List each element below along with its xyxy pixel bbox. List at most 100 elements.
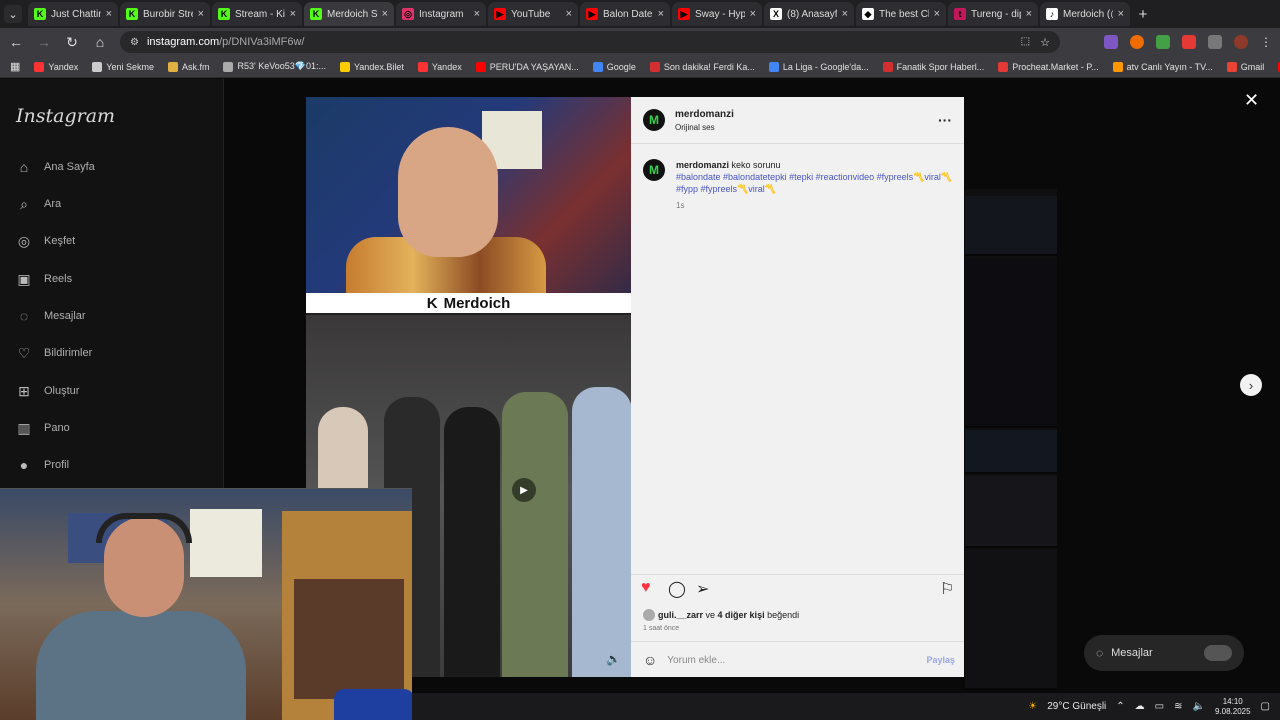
tab-favicon-icon: t	[954, 8, 966, 20]
play-icon[interactable]: ▶	[512, 478, 536, 502]
tab-close-icon[interactable]: ×	[658, 8, 664, 20]
comment-icon[interactable]: ◯	[668, 579, 686, 599]
bookmark-item[interactable]: Google	[592, 61, 636, 72]
caption-hashtags[interactable]: #balondate #balondatetepki #tepki #react…	[676, 172, 952, 194]
bookmark-item[interactable]: Fanatik Spor Haberl...	[882, 61, 984, 72]
messages-button[interactable]: ◌ Mesajlar	[1084, 635, 1244, 671]
sidebar-item[interactable]: ♡ Bildirimler	[16, 345, 93, 361]
bookmark-item[interactable]: atv Canlı Yayın - TV...	[1112, 61, 1213, 72]
shield-icon[interactable]	[1156, 35, 1170, 49]
reload-icon[interactable]: ↻	[64, 34, 80, 51]
tab-close-icon[interactable]: ×	[1026, 8, 1032, 20]
likes-count[interactable]: 4 diğer kişi	[718, 610, 765, 620]
browser-tab[interactable]: K Merdoich Stream ×	[304, 2, 394, 26]
browser-tab[interactable]: ◆ The best Ch ×	[856, 2, 946, 26]
weather-text[interactable]: 29°C Güneşli	[1047, 701, 1106, 712]
notifications-icon[interactable]: ▢	[1261, 701, 1270, 712]
volume-tray-icon[interactable]: 🔈	[1193, 701, 1205, 712]
likes-summary[interactable]: guli.__zarr ve 4 diğer kişi beğendi	[658, 610, 799, 620]
liker-avatar[interactable]	[643, 609, 655, 621]
more-options-icon[interactable]: ···	[938, 112, 952, 128]
onedrive-icon[interactable]: ☁	[1135, 701, 1145, 712]
audio-label[interactable]: Orijinal ses	[675, 123, 715, 132]
puzzle-icon[interactable]	[1208, 35, 1222, 49]
tab-close-icon[interactable]: ×	[198, 8, 204, 20]
save-bookmark-icon[interactable]: ⚐	[940, 579, 954, 599]
sidebar-item[interactable]: ⌕ Ara	[16, 196, 61, 212]
weather-icon[interactable]: ☀	[1028, 701, 1037, 712]
volume-icon[interactable]: 🔈	[606, 652, 621, 666]
tab-close-icon[interactable]: ×	[566, 8, 572, 20]
sidebar-item[interactable]: ▥ Pano	[16, 420, 69, 436]
bookmark-item[interactable]: Yandex	[34, 61, 78, 72]
new-tab-button[interactable]: +	[1132, 3, 1154, 25]
bookmark-item[interactable]: Son dakika! Ferdi Ka...	[649, 61, 755, 72]
address-bar[interactable]: ⚙ instagram.com/p/DNIVa3iMF6w/ ⬚ ☆	[120, 31, 1060, 53]
sidebar-item[interactable]: ◌ Mesajlar	[16, 308, 86, 324]
clock[interactable]: 14:10 9.08.2025	[1215, 697, 1251, 717]
bookmark-item[interactable]: Yandex.Bilet	[339, 61, 404, 72]
sidebar-item[interactable]: ◎ Keşfet	[16, 233, 75, 249]
browser-tab[interactable]: ▶ YouTube ×	[488, 2, 578, 26]
forward-icon[interactable]: →	[36, 34, 52, 50]
author-username[interactable]: merdomanzi	[675, 109, 734, 120]
profile-avatar[interactable]	[1234, 35, 1248, 49]
bookmark-item[interactable]: Gmail	[1226, 61, 1264, 72]
bookmark-star-icon[interactable]: ☆	[1040, 36, 1050, 49]
tab-close-icon[interactable]: ×	[382, 8, 388, 20]
bookmark-item[interactable]: Yeni Sekme	[92, 61, 154, 72]
tab-close-icon[interactable]: ×	[290, 8, 296, 20]
tab-search-icon[interactable]: ⌄	[4, 5, 22, 23]
battery-icon[interactable]: ▭	[1155, 701, 1164, 712]
tab-close-icon[interactable]: ×	[934, 8, 940, 20]
tab-close-icon[interactable]: ×	[842, 8, 848, 20]
post-comment-button[interactable]: Paylaş	[926, 655, 955, 665]
share-icon[interactable]: ➢	[696, 579, 709, 599]
browser-tab[interactable]: ◎ Instagram ×	[396, 2, 486, 26]
sidebar-item[interactable]: ▣ Reels	[16, 271, 72, 287]
extension-icon[interactable]	[1130, 35, 1144, 49]
sidebar-item[interactable]: ⊞ Oluştur	[16, 383, 79, 399]
browser-tab[interactable]: K Burobir Stream ×	[120, 2, 210, 26]
caption-avatar[interactable]: M	[643, 159, 665, 181]
sidebar-item[interactable]: ⌂ Ana Sayfa	[16, 159, 95, 175]
back-icon[interactable]: ←	[8, 34, 24, 50]
instagram-logo[interactable]: Instagram	[16, 105, 115, 127]
close-icon[interactable]: ✕	[1244, 90, 1259, 111]
tray-chevron-icon[interactable]: ⌃	[1116, 701, 1124, 712]
bookmark-item[interactable]: PERU'DA YAŞAYAN...	[475, 61, 579, 72]
extension-icon[interactable]	[1104, 35, 1118, 49]
comment-input[interactable]: Yorum ekle...	[667, 655, 916, 666]
like-heart-icon[interactable]: ♥	[641, 579, 651, 597]
bookmark-item[interactable]: Ask.fm	[167, 61, 209, 72]
browser-tab[interactable]: K Just Chatting ×	[28, 2, 118, 26]
apps-grid-icon[interactable]: ▦	[10, 60, 20, 73]
tab-close-icon[interactable]: ×	[750, 8, 756, 20]
browser-tab[interactable]: X (8) Anasayfa ×	[764, 2, 854, 26]
bookmark-item[interactable]: Procheat.Market - P...	[998, 61, 1099, 72]
browser-tab[interactable]: ▶ Balon Date ×	[580, 2, 670, 26]
site-info-icon[interactable]: ⚙	[130, 37, 139, 48]
author-avatar[interactable]: M	[643, 109, 665, 131]
menu-kebab-icon[interactable]: ⋮	[1260, 35, 1272, 49]
home-icon[interactable]: ⌂	[92, 34, 108, 50]
browser-tab[interactable]: t Tureng - dip ×	[948, 2, 1038, 26]
bookmark-item[interactable]: La Liga - Google'da...	[768, 61, 869, 72]
tab-close-icon[interactable]: ×	[106, 8, 112, 20]
install-app-icon[interactable]: ⬚	[1021, 36, 1030, 49]
bookmark-item[interactable]: Yandex	[417, 61, 462, 72]
wifi-icon[interactable]: ≋	[1174, 701, 1182, 712]
caption-username[interactable]: merdomanzi	[676, 160, 729, 170]
liker-username[interactable]: guli.__zarr	[658, 610, 703, 620]
next-post-icon[interactable]: ›	[1240, 374, 1262, 396]
tab-close-icon[interactable]: ×	[474, 8, 480, 20]
adblock-icon[interactable]	[1182, 35, 1196, 49]
tab-close-icon[interactable]: ×	[1118, 8, 1124, 20]
browser-tab[interactable]: K Stream - Kick ×	[212, 2, 302, 26]
caption-text: keko sorunu	[729, 160, 781, 170]
browser-tab[interactable]: ♪ Merdoich (@ ×	[1040, 2, 1130, 26]
bookmark-item[interactable]: R53' KeVoo53💎01:...	[223, 61, 326, 72]
browser-tab[interactable]: ▶ Sway - Hype ×	[672, 2, 762, 26]
emoji-icon[interactable]: ☺	[643, 652, 657, 668]
sidebar-item[interactable]: ● Profil	[16, 457, 69, 473]
